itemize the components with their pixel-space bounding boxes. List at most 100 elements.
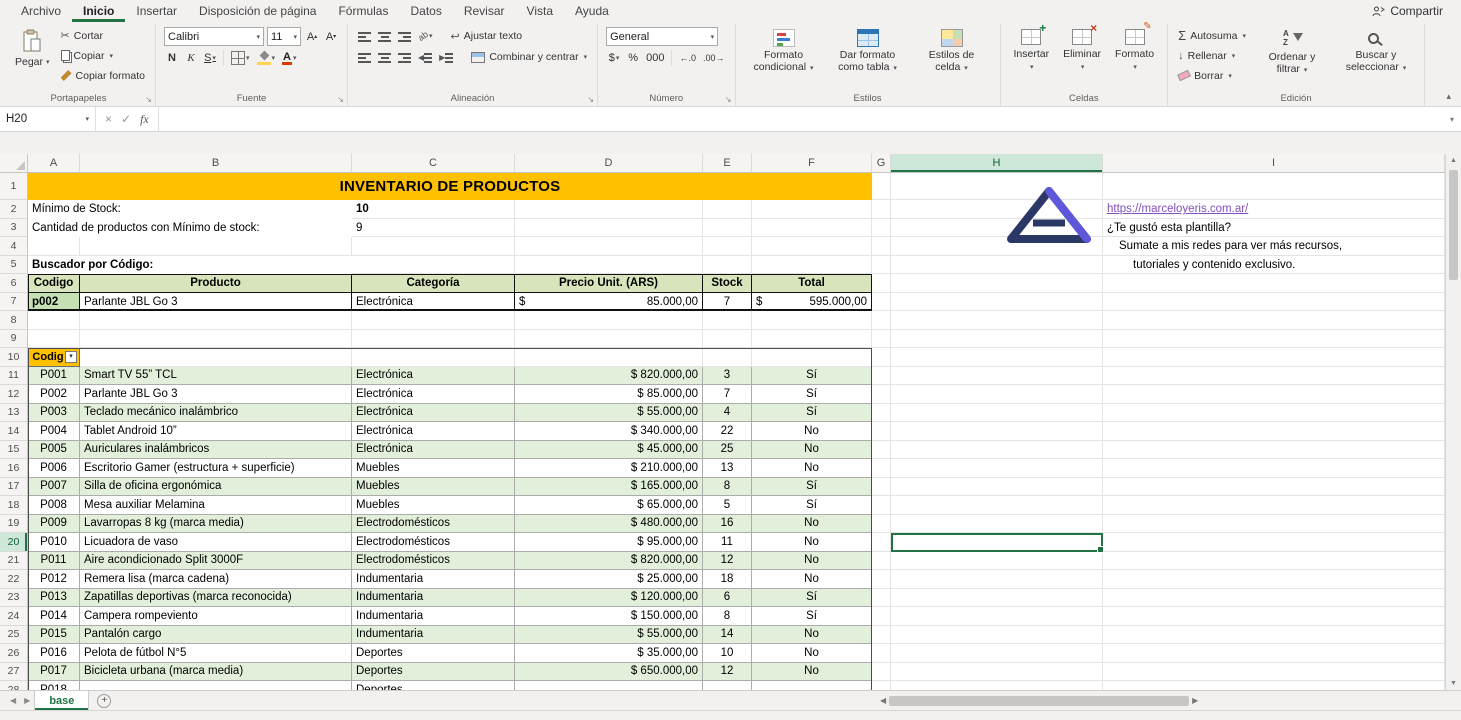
cell-A24[interactable]: P014 <box>28 607 80 626</box>
cell-D12[interactable]: $ 85.000,00 <box>515 385 703 404</box>
info-label-row3[interactable]: Cantidad de productos con Mínimo de stoc… <box>28 219 352 238</box>
sheet-tab-base[interactable]: base <box>34 691 89 710</box>
tab-insertar[interactable]: Insertar <box>125 0 188 22</box>
search-header-cell[interactable]: Precio Unit. (ARS) <box>515 274 703 293</box>
cell-D14[interactable]: $ 340.000,00 <box>515 422 703 441</box>
paste-button[interactable]: Pegar▾ <box>10 27 55 70</box>
sheet-nav-left-icon[interactable]: ◀ <box>6 696 20 705</box>
cell-A14[interactable]: P004 <box>28 422 80 441</box>
cell-E14[interactable]: 22 <box>703 422 752 441</box>
cell-C22[interactable]: Indumentaria <box>352 570 515 589</box>
cell-D15[interactable]: $ 45.000,00 <box>515 441 703 460</box>
number-dialog-launcher-icon[interactable]: ↘ <box>725 96 732 104</box>
row-header-27[interactable]: 27 <box>0 663 27 682</box>
inventory-header-cell[interactable]: Codig▾ <box>28 348 80 367</box>
align-top-button[interactable] <box>356 27 373 45</box>
scroll-down-icon[interactable]: ▼ <box>1450 680 1457 687</box>
cell-E27[interactable]: 12 <box>703 663 752 682</box>
decrease-indent-button[interactable]: ◀ <box>416 48 434 66</box>
column-header-A[interactable]: A <box>28 154 80 172</box>
cell-F17[interactable]: Sí <box>752 478 872 497</box>
cell-A18[interactable]: P008 <box>28 496 80 515</box>
cell-C19[interactable]: Electrodomésticos <box>352 515 515 534</box>
row-header-9[interactable]: 9 <box>0 330 27 349</box>
row-header-20[interactable]: 20 <box>0 533 27 552</box>
tab-disposición-de-página[interactable]: Disposición de página <box>188 0 327 22</box>
scroll-left-icon[interactable]: ◀ <box>880 696 886 705</box>
find-select-button[interactable]: Buscar y seleccionar ▾ <box>1336 27 1416 77</box>
cell-D24[interactable]: $ 150.000,00 <box>515 607 703 626</box>
cell-C17[interactable]: Muebles <box>352 478 515 497</box>
clipboard-dialog-launcher-icon[interactable]: ↘ <box>145 96 152 104</box>
cell-A19[interactable]: P009 <box>28 515 80 534</box>
align-middle-button[interactable] <box>376 27 393 45</box>
cell-B19[interactable]: Lavarropas 8 kg (marca media) <box>80 515 352 534</box>
row-header-10[interactable]: 10 <box>0 348 27 367</box>
cell-D28[interactable] <box>515 681 703 690</box>
copy-button[interactable]: Copiar▾ <box>59 47 147 64</box>
percent-button[interactable]: % <box>625 49 641 67</box>
insert-function-icon[interactable]: fx <box>140 112 149 127</box>
cancel-icon[interactable]: × <box>105 112 112 126</box>
cell-E23[interactable]: 6 <box>703 589 752 608</box>
cell-E17[interactable]: 8 <box>703 478 752 497</box>
side-line2[interactable]: Sumate a mis redes para ver más recursos… <box>1103 237 1445 256</box>
format-as-table-button[interactable]: Dar formato como tabla ▾ <box>828 27 908 77</box>
cell-C16[interactable]: Muebles <box>352 459 515 478</box>
cell-E25[interactable]: 14 <box>703 626 752 645</box>
search-result-product[interactable]: Parlante JBL Go 3 <box>80 293 352 312</box>
horizontal-scrollbar[interactable]: ◀ ▶ <box>880 693 1445 708</box>
cell-A27[interactable]: P017 <box>28 663 80 682</box>
column-header-E[interactable]: E <box>703 154 752 172</box>
currency-button[interactable]: $▾ <box>606 49 622 67</box>
info-value-row2[interactable]: 10 <box>352 200 515 219</box>
row-header-23[interactable]: 23 <box>0 589 27 608</box>
cell-A13[interactable]: P003 <box>28 404 80 423</box>
cell-C24[interactable]: Indumentaria <box>352 607 515 626</box>
row-header-19[interactable]: 19 <box>0 515 27 534</box>
column-header-B[interactable]: B <box>80 154 352 172</box>
cell-F18[interactable]: Sí <box>752 496 872 515</box>
cell-B13[interactable]: Teclado mecánico inalámbrico <box>80 404 352 423</box>
cell-E24[interactable]: 8 <box>703 607 752 626</box>
column-header-C[interactable]: C <box>352 154 515 172</box>
side-question[interactable]: ¿Te gustó esta plantilla? <box>1103 219 1445 238</box>
cell-B22[interactable]: Remera lisa (marca cadena) <box>80 570 352 589</box>
cell-A17[interactable]: P007 <box>28 478 80 497</box>
cell-D16[interactable]: $ 210.000,00 <box>515 459 703 478</box>
tab-ayuda[interactable]: Ayuda <box>564 0 620 22</box>
cell-E18[interactable]: 5 <box>703 496 752 515</box>
cell-F20[interactable]: No <box>752 533 872 552</box>
selection-box-H20[interactable] <box>891 533 1103 552</box>
filter-button[interactable]: ▾ <box>65 351 77 363</box>
cell-F15[interactable]: No <box>752 441 872 460</box>
row-header-1[interactable]: 1 <box>0 173 27 200</box>
row-header-3[interactable]: 3 <box>0 219 27 238</box>
align-right-button[interactable] <box>396 48 413 66</box>
column-header-I[interactable]: I <box>1103 154 1445 172</box>
search-header-cell[interactable]: Categoría <box>352 274 515 293</box>
bold-button[interactable]: N <box>164 49 180 67</box>
tab-inicio[interactable]: Inicio <box>72 0 125 22</box>
cell-B23[interactable]: Zapatillas deportivas (marca reconocida) <box>80 589 352 608</box>
cell-C23[interactable]: Indumentaria <box>352 589 515 608</box>
tab-revisar[interactable]: Revisar <box>453 0 516 22</box>
cell-F28[interactable] <box>752 681 872 690</box>
cell-C15[interactable]: Electrónica <box>352 441 515 460</box>
cell-F11[interactable]: Sí <box>752 367 872 386</box>
alignment-dialog-launcher-icon[interactable]: ↘ <box>587 96 594 104</box>
search-header-cell[interactable]: Stock <box>703 274 752 293</box>
italic-button[interactable]: K <box>183 49 199 67</box>
merge-center-button[interactable]: Combinar y centrar▾ <box>469 49 589 66</box>
cell-E19[interactable]: 16 <box>703 515 752 534</box>
share-button[interactable]: Compartir <box>1364 2 1451 20</box>
cell-B26[interactable]: Pelota de fútbol N°5 <box>80 644 352 663</box>
cell-F12[interactable]: Sí <box>752 385 872 404</box>
increase-decimal-button[interactable]: ←.0 <box>677 49 698 67</box>
cell-B20[interactable]: Licuadora de vaso <box>80 533 352 552</box>
cell-B11[interactable]: Smart TV 55” TCL <box>80 367 352 386</box>
vertical-scroll-thumb[interactable] <box>1449 170 1458 280</box>
info-value-row3[interactable]: 9 <box>352 219 515 238</box>
cell-C14[interactable]: Electrónica <box>352 422 515 441</box>
cell-C20[interactable]: Electrodomésticos <box>352 533 515 552</box>
